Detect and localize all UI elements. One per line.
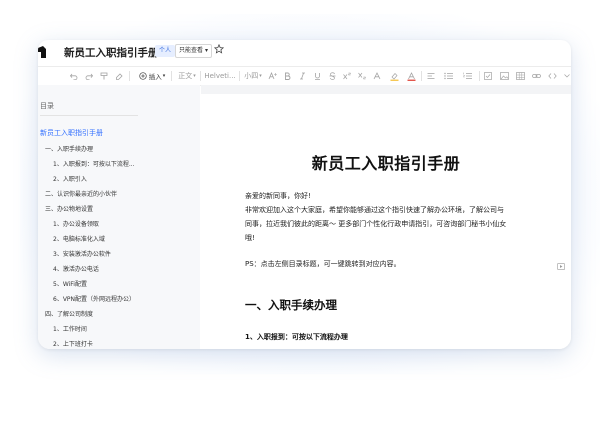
numbered-list-icon[interactable] [461,69,475,83]
paragraph-style-label: 正文 [178,72,193,80]
font-style-icon[interactable] [372,69,382,83]
intro-text-line: 非常欢迎加入这个大家庭，希望你能够通过这个指引快速了解办公环境，了解公司与 [245,206,504,214]
play-icon[interactable] [557,263,565,270]
image-icon[interactable] [499,69,509,83]
toolbar-divider [171,71,172,81]
document-heading: 新员工入职指引手册 [311,154,461,173]
font-size-select[interactable]: 小四 ▾ [242,69,264,83]
subscript-icon[interactable] [357,69,367,83]
chevron-down-icon: ▾ [162,73,166,79]
insert-button[interactable]: 插入 ▾ [135,69,169,83]
toc-item[interactable]: 3、安装激活办公软件 [53,249,111,258]
redo-icon[interactable] [84,69,94,83]
editor-window: 新员工入职指引手册 个人 只能查看 ▾ 插入 ▾ 正文 ▾ Helveti...… [38,40,571,349]
toc-divider [40,115,138,116]
star-icon[interactable] [214,44,224,54]
bullet-list-icon[interactable] [442,69,456,83]
toc-item[interactable]: 4、激活办公电话 [53,264,99,273]
chevron-down-icon: ▾ [193,73,196,79]
toc-item[interactable]: 1、入职报到：可按以下流程... [53,159,135,168]
chevron-down-icon: ▾ [259,73,262,79]
toc-item[interactable]: 5、WiFi配置 [53,279,87,288]
toc-item[interactable]: 2、电脑标准化入域 [53,234,105,243]
format-painter-icon[interactable] [99,69,109,83]
title-bar: 新员工入职指引手册 个人 只能查看 ▾ [38,40,571,64]
bold-icon[interactable] [282,69,292,83]
intro-text-line: 同事，拉近我们彼此的距离～ 更多部门个性化行政申请指引，可咨询部门秘书小仙女 [245,220,507,228]
toolbar-divider [421,71,422,81]
document-page[interactable]: 新员工入职指引手册 亲爱的新同事，你好! 非常欢迎加入这个大家庭，希望你能够通过… [201,94,571,349]
toc-item[interactable]: 2、入职引入 [53,174,87,183]
superscript-icon[interactable] [342,69,352,83]
code-block-icon[interactable] [547,69,557,83]
paragraph-style-select[interactable]: 正文 ▾ [176,69,198,83]
highlight-swatch [390,79,398,81]
document-title[interactable]: 新员工入职指引手册 [64,45,159,60]
toc-item[interactable]: 1、办公设备领取 [53,219,99,228]
toc-item[interactable]: 四、了解公司制度 [45,309,93,318]
table-icon[interactable] [515,69,525,83]
toc-item[interactable]: 2、上下班打卡 [53,339,93,348]
toc-item[interactable]: 新员工入职指引手册 [40,128,103,138]
toc-item[interactable]: 二、认识你最亲近的小伙伴 [45,189,117,198]
toc-item[interactable]: 6、VPN配置（外网远程办公） [53,294,135,303]
ps-note: PS：点击左侧目录标题，可一键跳转到对应内容。 [245,260,401,268]
font-family-label: Helveti... [204,72,236,80]
formatting-toolbar: 插入 ▾ 正文 ▾ Helveti... 小四 ▾ [38,66,571,86]
link-icon[interactable] [531,69,541,83]
toolbar-divider [200,71,201,81]
strikethrough-icon[interactable] [327,69,337,83]
toc-item[interactable]: 三、办公物地设置 [45,204,93,213]
chevron-down-icon: ▾ [204,47,208,54]
text-color-swatch [407,79,415,81]
permission-dropdown[interactable]: 只能查看 ▾ [175,44,212,58]
section-heading: 一、入职手续办理 [245,298,337,312]
greeting-text: 亲爱的新同事，你好! [245,192,311,200]
app-logo-icon[interactable] [38,46,46,58]
text-color-icon[interactable] [404,69,418,83]
toc-title: 目录 [40,102,54,110]
clear-format-icon[interactable] [114,69,124,83]
increase-font-icon[interactable] [267,69,277,83]
font-family-select[interactable]: Helveti... [203,69,237,83]
highlight-color-icon[interactable] [387,69,401,83]
toolbar-divider [239,71,240,81]
underline-icon[interactable] [312,69,322,83]
intro-text-line: 哦! [245,234,255,242]
toolbar-divider [129,71,130,81]
insert-label: 插入 [148,73,162,81]
personal-tag: 个人 [155,45,176,57]
document-canvas: 新员工入职指引手册 亲爱的新同事，你好! 非常欢迎加入这个大家庭，希望你能够通过… [201,85,571,349]
plus-circle-icon [139,72,147,80]
font-size-label: 小四 [244,72,259,80]
toc-item[interactable]: 1、工作时间 [53,324,87,333]
italic-icon[interactable] [297,69,307,83]
checkbox-list-icon[interactable] [483,69,493,83]
toolbar-divider [479,71,480,81]
permission-label: 只能查看 [179,47,204,54]
subsection-heading: 1、入职报到：可按以下流程办理 [245,333,348,341]
align-icon[interactable] [426,69,436,83]
more-icon[interactable] [562,69,571,83]
toc-item[interactable]: 一、入职手续办理 [45,144,93,153]
undo-icon[interactable] [69,69,79,83]
table-of-contents-sidebar: 目录 新员工入职指引手册 一、入职手续办理 1、入职报到：可按以下流程... 2… [38,85,200,349]
